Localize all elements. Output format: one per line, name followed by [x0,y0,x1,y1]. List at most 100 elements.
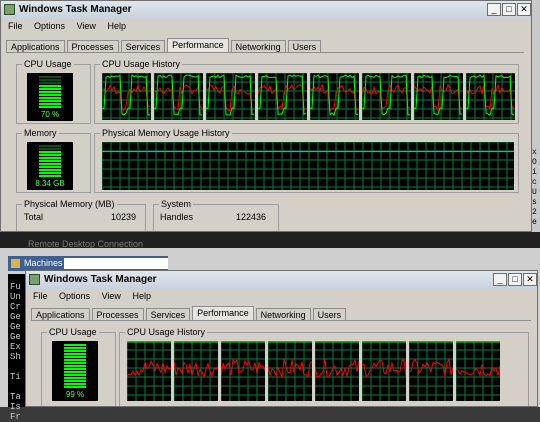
meter-segment [64,347,86,349]
background-desktop-strip: xOicUs2e [532,0,540,232]
close-button[interactable]: ✕ [523,273,537,286]
graph-svg [206,73,255,120]
menu-options[interactable]: Options [59,291,90,301]
meter-segment [39,85,61,87]
memory-meter: 8.34 GB [27,142,73,190]
console-char: e [532,218,537,227]
meter-segment [39,76,61,78]
menu-view[interactable]: View [102,291,121,301]
window-title: Windows Task Manager [44,274,157,285]
tab-strip: Applications Processes Services Performa… [31,306,348,321]
minimize-button[interactable]: _ [493,273,507,286]
meter-segment [39,163,61,165]
memory-group: Memory 8.34 GB [16,128,91,193]
meter-segment [64,377,86,379]
graph-svg [414,73,463,120]
cpu-history-label: CPU Usage History [100,59,183,69]
cpu-core-graph [315,341,359,401]
cpu-core-graph [466,73,515,120]
memory-history-graph [102,142,514,190]
menu-help[interactable]: Help [132,291,151,301]
graph-svg [127,341,171,401]
meter-segment [39,103,61,105]
total-value: 10239 [111,212,137,222]
meter-segment [64,383,86,385]
task-manager-icon [29,274,40,285]
console-char: c [532,178,537,187]
console-char: O [532,158,537,167]
cpu-usage-label: CPU Usage [22,59,74,69]
meter-segment [39,169,61,171]
title-bar: Windows Task Manager _ □ ✕ [1,1,531,19]
graph-svg [258,73,307,120]
kernel-time-line [174,361,218,379]
graph-svg [102,73,151,120]
maximize-button[interactable]: □ [508,273,522,286]
cpu-core-graph [362,341,406,401]
cpu-core-graph [127,341,171,401]
console-line: Fr [10,412,21,422]
memory-label: Memory [22,128,59,138]
kernel-time-line [258,84,307,112]
handles-value: 122436 [236,212,267,222]
cpu-core-graph [414,73,463,120]
cpu-history-label: CPU Usage History [125,327,208,337]
machines-input[interactable] [64,258,168,269]
meter-segment [64,371,86,373]
title-bar: Windows Task Manager _ □ ✕ [26,271,537,289]
cpu-core-graph [258,73,307,120]
cpu-usage-group: CPU Usage 70 % [16,59,91,124]
graph-svg [174,341,218,401]
minimize-button[interactable]: _ [487,3,501,16]
window-title: Windows Task Manager [19,4,132,15]
cpu-usage-value: 70 % [40,110,60,119]
menu-file[interactable]: File [8,21,23,31]
graph-svg [409,341,453,401]
cpu-core-graph [206,73,255,120]
meter-segment [39,94,61,96]
meter-segment [39,145,61,147]
kernel-time-line [206,84,255,112]
cpu-core-graph [102,73,151,120]
menu-help[interactable]: Help [107,21,126,31]
meter-segment [39,82,61,84]
maximize-button[interactable]: □ [502,3,516,16]
console-char: 2 [532,208,537,217]
close-button[interactable]: ✕ [517,3,531,16]
menu-file[interactable]: File [33,291,48,301]
meter-segment [39,151,61,153]
cpu-history-group: CPU Usage History [94,59,519,124]
meter-segment [64,362,86,364]
console-char: i [532,168,537,177]
meter-segment [39,88,61,90]
tab-performance[interactable]: Performance [167,38,229,53]
tab-strip: Applications Processes Services Performa… [6,38,323,53]
machines-label: Machines [24,258,63,268]
graph-svg [221,341,265,401]
kernel-time-line [466,83,515,111]
cpu-usage-meter: 70 % [27,73,73,121]
kernel-time-line [154,84,203,111]
background-console-text: xOicUs2e [532,148,540,228]
meter-segment [39,79,61,81]
cpu-core-graph [174,341,218,401]
cpu-history-group: CPU Usage History [119,327,529,406]
meter-segment [39,157,61,159]
menu-options[interactable]: Options [34,21,65,31]
meter-segment [39,160,61,162]
graph-svg [102,142,514,190]
task-manager-icon [4,4,15,15]
graph-svg [154,73,203,120]
physical-memory-label: Physical Memory (MB) [22,199,117,209]
cpu-core-graph [310,73,359,120]
meter-segment [64,353,86,355]
cpu-core-graph [154,73,203,120]
graph-svg [362,341,406,401]
console-char: x [532,148,537,157]
meter-segment [64,386,86,388]
cpu-usage-meter: 99 % [52,341,98,401]
console-char: s [532,198,537,207]
tab-performance[interactable]: Performance [192,306,254,321]
meter-segment [39,166,61,168]
menu-view[interactable]: View [77,21,96,31]
